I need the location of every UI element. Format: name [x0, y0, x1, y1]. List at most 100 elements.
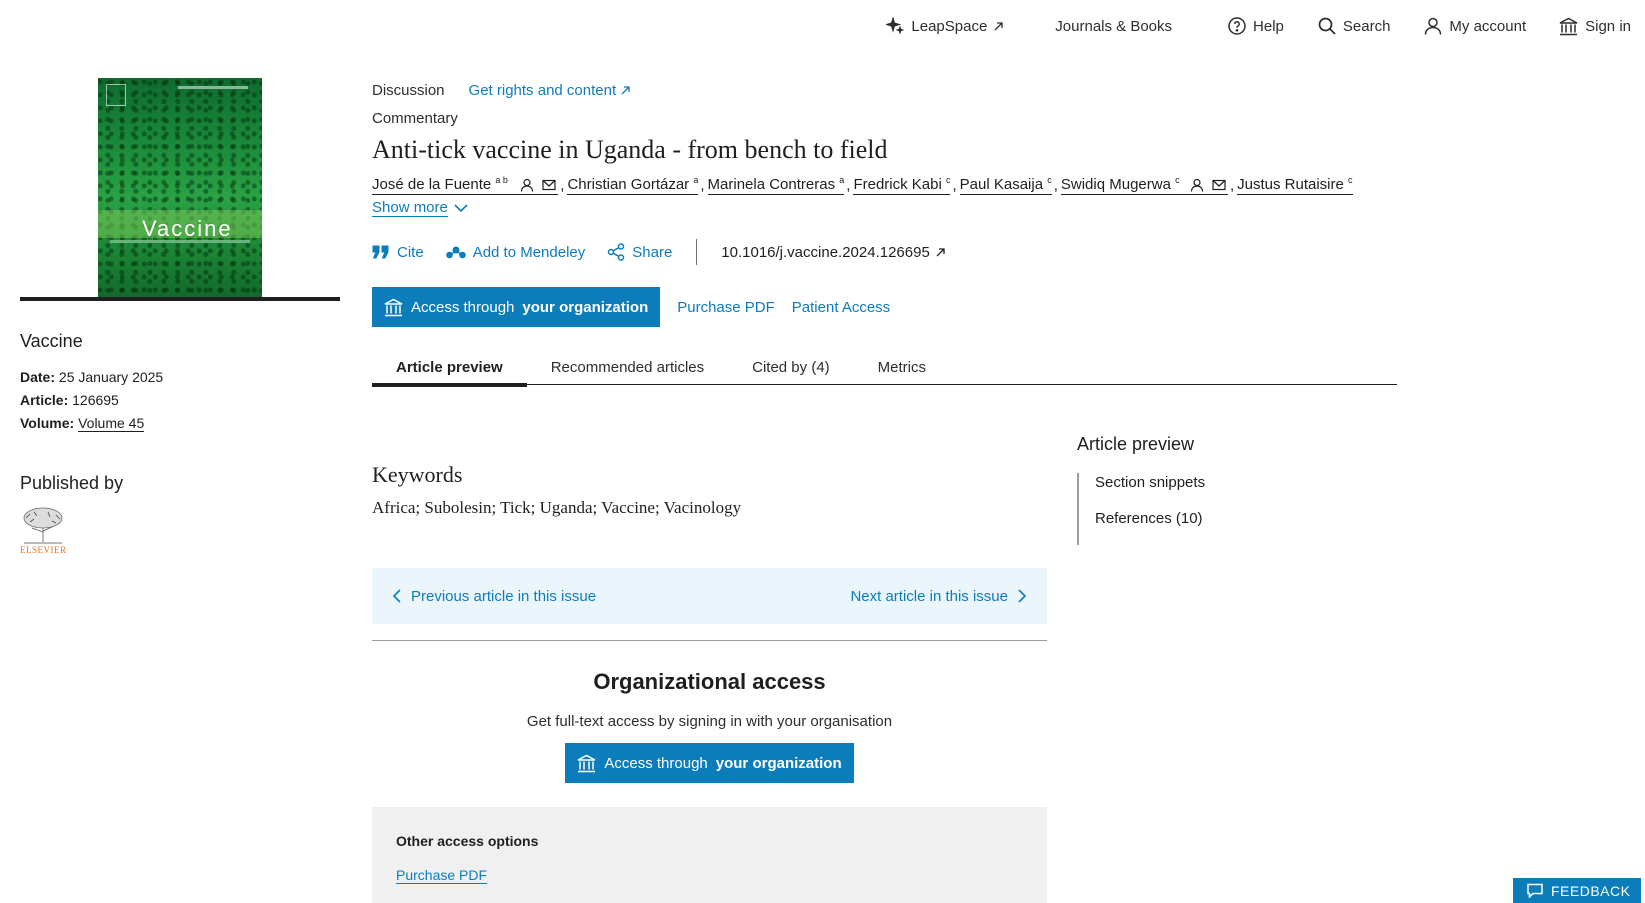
- author-separator: ,: [1053, 176, 1058, 194]
- meta-article-value: 126695: [72, 392, 119, 408]
- outline-item-references[interactable]: References (10): [1095, 509, 1357, 545]
- share-icon: [608, 243, 625, 261]
- author-link[interactable]: Paul Kasaija c: [959, 175, 1052, 195]
- mendeley-label: Add to Mendeley: [472, 243, 586, 261]
- patient-access-link[interactable]: Patient Access: [792, 299, 890, 316]
- tab-article-preview[interactable]: Article preview: [372, 349, 527, 387]
- author-link[interactable]: Justus Rutaisire c: [1237, 175, 1353, 195]
- tab-metrics[interactable]: Metrics: [854, 349, 950, 385]
- article-actions: Cite Add to Mendeley Share 10.1016/j.vac…: [372, 239, 1402, 265]
- top-navigation: LeapSpace Journals & Books Help Search M…: [886, 14, 1645, 38]
- share-button[interactable]: Share: [607, 243, 672, 261]
- article-preview-content: Keywords Africa; Subolesin; Tick; Uganda…: [372, 462, 1047, 903]
- nav-account-label: My account: [1449, 17, 1527, 35]
- keywords-heading: Keywords: [372, 462, 463, 487]
- cover-texture: [98, 78, 262, 297]
- cover-title: Vaccine: [142, 216, 233, 241]
- purchase-pdf-link[interactable]: Purchase PDF: [677, 299, 775, 316]
- access-through-organization-button[interactable]: Access through your organization: [372, 287, 661, 327]
- previous-article-link[interactable]: Previous article in this issue: [392, 588, 596, 605]
- published-by-heading: Published by: [20, 473, 124, 493]
- mendeley-icon: [445, 246, 466, 259]
- author-name: Justus Rutaisire: [1237, 176, 1344, 193]
- author-separator: ,: [952, 176, 957, 194]
- access-through-organization-button[interactable]: Access through your organization: [565, 743, 854, 783]
- author-link[interactable]: Swidiq Mugerwa c: [1060, 175, 1228, 195]
- nav-journals-books[interactable]: Journals & Books: [1055, 18, 1172, 35]
- nav-leapspace-label: LeapSpace: [911, 17, 988, 35]
- chevron-down-icon: [454, 203, 468, 212]
- author-link[interactable]: Fredrick Kabi c: [853, 175, 951, 195]
- external-link-icon: [994, 21, 1003, 30]
- author-name: Marinela Contreras: [707, 176, 836, 193]
- doi-link[interactable]: 10.1016/j.vaccine.2024.126695: [721, 244, 945, 261]
- actions-divider: [696, 239, 698, 265]
- org-access-text: Get full-text access by signing in with …: [526, 713, 893, 730]
- meta-article: Article: 126695: [20, 389, 340, 412]
- meta-article-label: Article:: [20, 392, 69, 408]
- nav-search-label: Search: [1342, 17, 1391, 35]
- tab-cited-by[interactable]: Cited by (4): [728, 349, 854, 385]
- author-affiliation: c: [1175, 175, 1180, 185]
- access-options-row: Access through your organization Purchas…: [372, 287, 1402, 327]
- author-link[interactable]: Christian Gortázar a: [567, 175, 699, 195]
- section-divider: [372, 640, 1047, 641]
- article-type: Discussion: [372, 81, 445, 99]
- author-affiliation: a b: [495, 175, 508, 185]
- author-link[interactable]: José de la Fuente a b: [372, 175, 559, 195]
- rights-content-link[interactable]: Get rights and content: [469, 82, 631, 99]
- journal-cover-image[interactable]: Vaccine: [98, 78, 262, 297]
- author-separator: ,: [1229, 176, 1235, 194]
- search-icon: [1318, 17, 1336, 35]
- nav-help-label: Help: [1253, 17, 1284, 35]
- institution-icon: [384, 298, 403, 316]
- nav-sign-in[interactable]: Sign in: [1559, 17, 1631, 36]
- nav-help[interactable]: Help: [1228, 17, 1284, 35]
- institution-icon: [1559, 17, 1578, 35]
- next-article-link[interactable]: Next article in this issue: [850, 588, 1027, 605]
- quote-icon: [372, 245, 389, 259]
- add-to-mendeley-button[interactable]: Add to Mendeley: [445, 243, 586, 261]
- show-more-toggle[interactable]: Show more: [372, 199, 1402, 217]
- author-profile-icon: [521, 178, 534, 192]
- publisher-logo[interactable]: ELSEVIER: [20, 506, 66, 555]
- other-access-heading: Other access options: [396, 833, 539, 849]
- other-purchase-pdf-link[interactable]: Purchase PDF: [396, 867, 488, 884]
- rights-content-label: Get rights and content: [468, 81, 617, 99]
- feedback-label: FEEDBACK: [1551, 882, 1631, 899]
- article-type-row: Discussion Get rights and content: [372, 78, 1402, 102]
- journal-name[interactable]: Vaccine: [20, 331, 340, 352]
- author-link[interactable]: Marinela Contreras a: [707, 175, 845, 195]
- nav-my-account[interactable]: My account: [1424, 17, 1526, 35]
- meta-date-label: Date:: [20, 369, 56, 385]
- author-profile-icon: [1190, 178, 1203, 192]
- show-more-label: Show more: [372, 199, 448, 217]
- article-title: Anti-tick vaccine in Uganda - from bench…: [372, 135, 888, 164]
- author-separator: ,: [846, 176, 851, 194]
- journal-cover-frame: Vaccine: [20, 78, 340, 301]
- outline-item-section-snippets[interactable]: Section snippets: [1095, 473, 1357, 509]
- nav-leapspace[interactable]: LeapSpace: [886, 17, 1003, 35]
- meta-volume-link[interactable]: Volume 45: [78, 415, 145, 432]
- author-affiliation: a: [839, 175, 845, 185]
- feedback-button[interactable]: FEEDBACK: [1513, 878, 1641, 903]
- meta-volume: Volume: Volume 45: [20, 412, 340, 435]
- previous-article-label: Previous article in this issue: [411, 587, 597, 605]
- author-name: Christian Gortázar: [567, 176, 690, 193]
- external-link-icon: [936, 247, 945, 256]
- nav-signin-label: Sign in: [1585, 17, 1631, 35]
- article-subtype: Commentary: [372, 110, 458, 127]
- outline-heading: Article preview: [1077, 434, 1195, 454]
- cite-label: Cite: [397, 243, 424, 261]
- access-btn-bold: your organization: [715, 754, 842, 772]
- user-icon: [1425, 17, 1442, 35]
- chevron-left-icon: [392, 589, 401, 603]
- nav-search[interactable]: Search: [1318, 17, 1391, 35]
- cite-button[interactable]: Cite: [372, 244, 424, 261]
- external-link-icon: [621, 85, 630, 94]
- author-name: Swidiq Mugerwa: [1060, 176, 1171, 193]
- author-separator: ,: [700, 176, 705, 194]
- cover-header-line: [178, 86, 248, 89]
- tab-recommended-articles[interactable]: Recommended articles: [527, 349, 728, 385]
- publisher-logo-text: ELSEVIER: [20, 545, 67, 555]
